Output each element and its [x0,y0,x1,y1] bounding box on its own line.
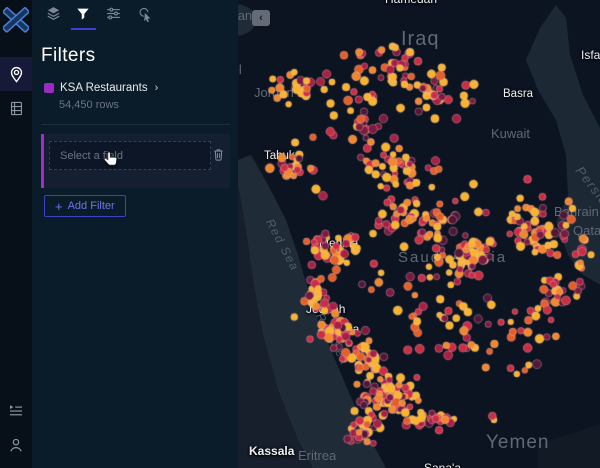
tab-basemap[interactable] [137,7,155,25]
active-tab-underline [71,28,96,30]
add-filter-button[interactable]: + Add Filter [44,195,126,217]
panel-divider [41,124,230,125]
basemap-shapes [238,4,600,468]
dataset-name: KSA Restaurants [60,82,148,94]
add-filter-label: Add Filter [67,200,115,212]
cursor-circle-icon [137,5,155,28]
rail-item-activity-log[interactable] [0,394,32,428]
persian-gulf-shape [526,5,600,285]
chevron-right-icon: › [154,82,159,94]
trash-icon [211,149,226,165]
x-logo-icon [3,7,29,33]
database-icon [8,99,25,118]
dataset-row: KSA Restaurants › 54,450 rows [44,82,238,111]
dataset-toggle[interactable]: KSA Restaurants › [44,82,238,94]
delete-filter-button[interactable] [210,147,226,163]
chevron-left-icon: ‹ [259,12,263,24]
map-view[interactable]: HamedanLebanonIraqIsfahanIsraelJordanBas… [238,0,600,468]
plus-icon: + [55,198,63,214]
collapse-panel-button[interactable]: ‹ [252,10,270,26]
map-pin-icon [7,65,26,84]
panel-title: Filters [41,45,96,66]
tab-interactions[interactable] [104,7,122,25]
list-play-icon [7,402,25,420]
panel-tabs [33,0,238,32]
funnel-icon [75,6,91,27]
person-icon [7,436,25,454]
app-window: Filters KSA Restaurants › 54,450 rows Se… [0,0,600,468]
rail-item-account[interactable] [0,428,32,462]
dataset-row-count: 54,450 rows [59,99,119,111]
layers-icon [45,5,62,27]
dataset-color-swatch[interactable] [44,83,54,93]
rail-item-map[interactable] [0,57,32,91]
corner-land-shape [538,424,600,468]
tab-layers[interactable] [44,7,62,25]
left-rail [0,0,33,468]
filter-card: Select a field [41,134,230,188]
tab-filters[interactable] [74,7,92,25]
field-select-placeholder: Select a field [60,149,123,162]
rail-item-data[interactable] [0,91,32,125]
side-panel: Filters KSA Restaurants › 54,450 rows Se… [33,0,238,468]
app-logo[interactable] [0,3,32,37]
sliders-icon [105,5,122,27]
field-select-input[interactable]: Select a field [49,141,211,170]
